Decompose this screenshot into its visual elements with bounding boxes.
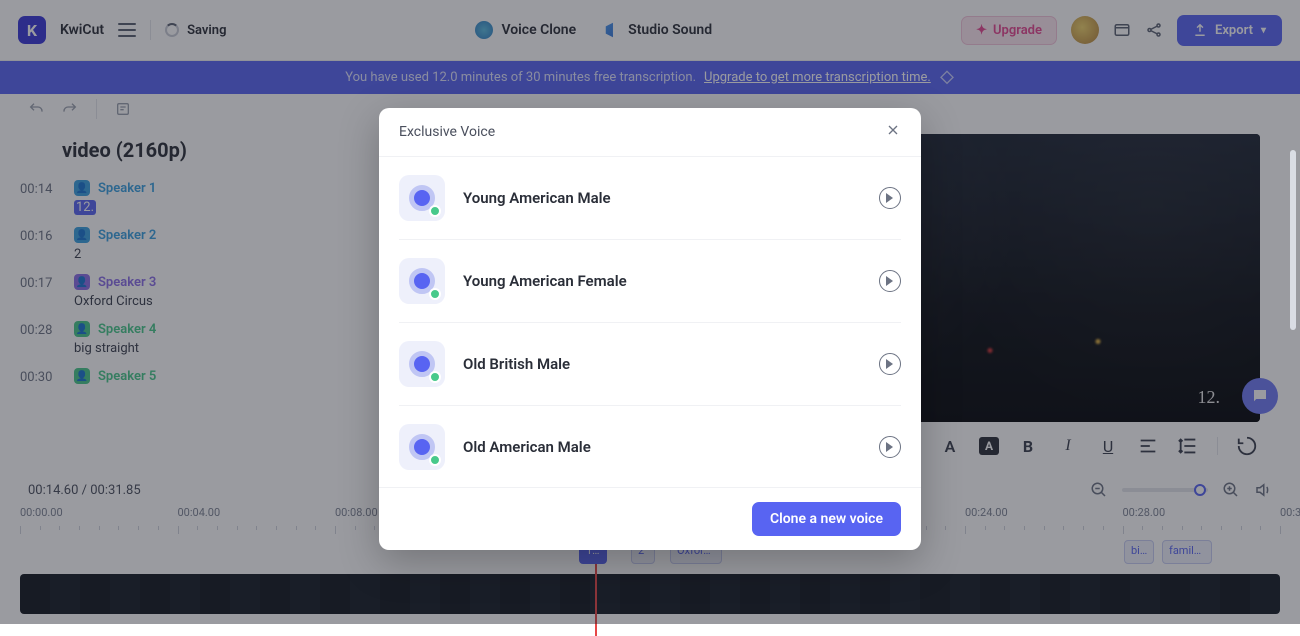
voice-name: Young American Female xyxy=(463,272,861,290)
play-icon[interactable] xyxy=(879,270,901,292)
voice-avatar xyxy=(399,341,445,387)
play-icon[interactable] xyxy=(879,353,901,375)
modal-title: Exclusive Voice xyxy=(399,124,495,140)
voice-name: Old British Male xyxy=(463,355,861,373)
play-icon[interactable] xyxy=(879,436,901,458)
voice-row[interactable]: Old American Male xyxy=(399,406,901,487)
voice-row[interactable]: Old British Male xyxy=(399,323,901,406)
clone-voice-button[interactable]: Clone a new voice xyxy=(752,502,901,536)
modal-scrim[interactable]: Exclusive Voice Young American Male Youn… xyxy=(0,0,1300,624)
voice-name: Old American Male xyxy=(463,438,861,456)
voice-avatar xyxy=(399,258,445,304)
modal-footer: Clone a new voice xyxy=(379,487,921,550)
voice-row[interactable]: Young American Female xyxy=(399,240,901,323)
voice-name: Young American Male xyxy=(463,189,861,207)
voice-avatar xyxy=(399,424,445,470)
voice-avatar xyxy=(399,175,445,221)
voice-list: Young American Male Young American Femal… xyxy=(379,157,921,487)
modal-header: Exclusive Voice xyxy=(379,108,921,157)
exclusive-voice-modal: Exclusive Voice Young American Male Youn… xyxy=(379,108,921,550)
play-icon[interactable] xyxy=(879,187,901,209)
close-icon[interactable] xyxy=(885,122,901,142)
voice-row[interactable]: Young American Male xyxy=(399,157,901,240)
